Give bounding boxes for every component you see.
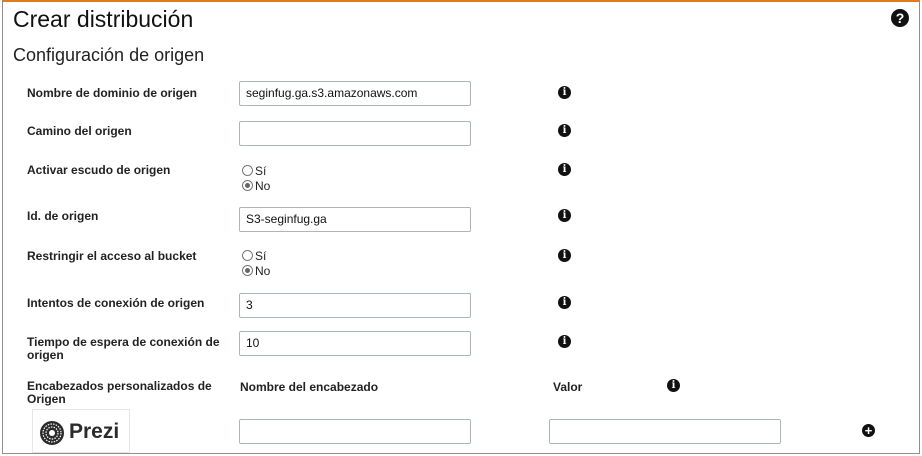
plus-circle-icon[interactable]: + [862,424,875,437]
info-icon[interactable]: i [558,249,571,262]
custom-headers-label: Encabezados personalizados de Origen [27,379,212,406]
header-name-input[interactable] [239,419,471,444]
header-value-column: Valor [553,380,583,394]
info-icon[interactable]: i [558,86,571,99]
shield-option-yes[interactable]: Sí [242,164,266,178]
info-icon[interactable]: i [558,163,571,176]
radio-button[interactable] [242,250,253,261]
shield-option-no[interactable]: No [242,179,270,193]
origin-id-input[interactable]: S3-seginfug.ga [239,207,471,232]
restrict-label: Restringir el acceso al bucket [27,249,197,263]
info-icon[interactable]: i [558,296,571,309]
prezi-logo-icon [40,421,64,445]
radio-button[interactable] [242,165,253,176]
info-icon[interactable]: i [667,379,680,392]
question-circle-icon[interactable]: ? [891,9,909,27]
prezi-watermark: Prezi [32,409,130,453]
path-input[interactable] [239,121,471,146]
header-name-column: Nombre del encabezado [240,380,379,394]
section-title: Configuración de origen [13,45,205,65]
info-icon[interactable]: i [558,335,571,348]
info-icon[interactable]: i [558,124,571,137]
restrict-option-no[interactable]: No [242,264,270,278]
page-title: Crear distribución [13,6,194,32]
prezi-text: Prezi [69,420,120,443]
restrict-option-yes[interactable]: Sí [242,249,266,263]
attempts-input[interactable]: 3 [239,293,471,318]
shield-label: Activar escudo de origen [27,163,171,177]
domain-label: Nombre de dominio de origen [27,86,198,100]
header-value-input[interactable] [549,419,781,444]
info-icon[interactable]: i [558,209,571,222]
attempts-label: Intentos de conexión de origen [27,296,205,310]
path-label: Camino del origen [27,124,132,138]
origin-id-label: Id. de origen [27,209,99,223]
radio-button-checked[interactable] [242,265,253,276]
timeout-input[interactable]: 10 [239,331,471,356]
timeout-label: Tiempo de espera de conexión de origen [27,335,220,362]
domain-input[interactable]: seginfug.ga.s3.amazonaws.com [239,81,471,106]
radio-button-checked[interactable] [242,180,253,191]
